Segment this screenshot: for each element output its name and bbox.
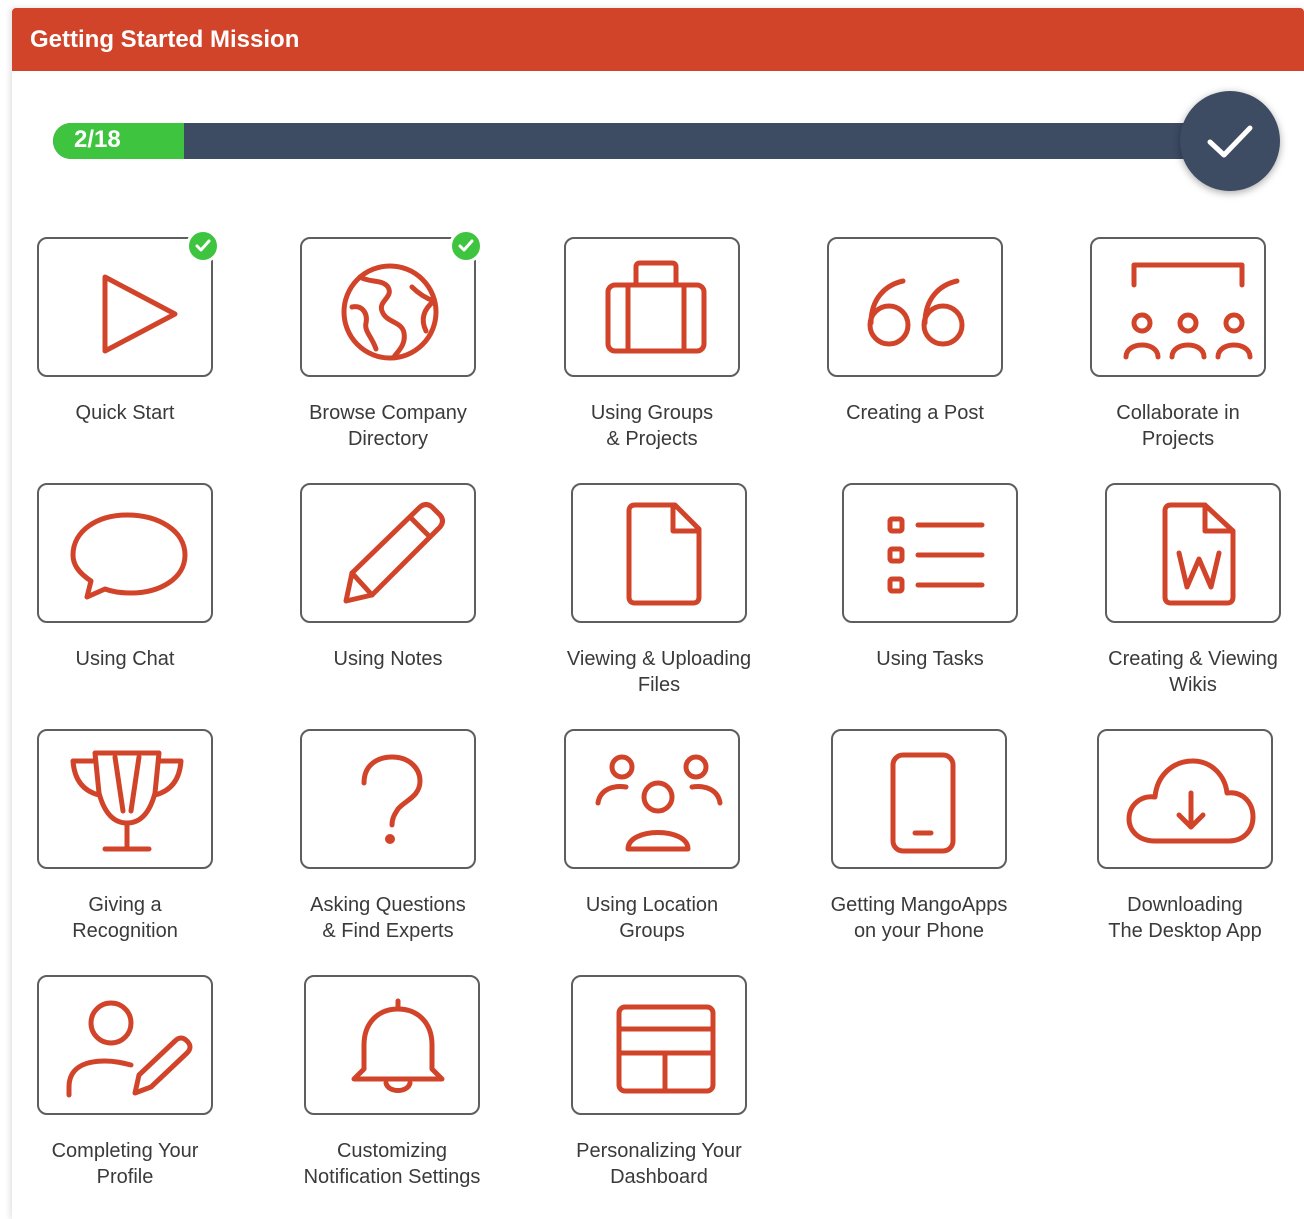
- word-document-icon: [1162, 502, 1236, 606]
- check-icon: [458, 239, 474, 252]
- mission-tile-label-line: Collaborate in: [1116, 402, 1240, 424]
- mission-tile-label: Downloading The Desktop App: [1070, 892, 1300, 944]
- mission-tile[interactable]: [571, 975, 747, 1115]
- phone-icon: [890, 752, 956, 854]
- mission-tile-label-line: on your Phone: [853, 920, 985, 942]
- mission-tile[interactable]: [37, 483, 213, 623]
- quote-icon: [867, 278, 965, 347]
- mission-tile-label: Completing Your Profile: [10, 1138, 240, 1190]
- mission-tile-label: Collaborate in Projects: [1063, 400, 1293, 452]
- mission-tile-label: Creating a Post: [800, 400, 1030, 426]
- mission-tile-label-line: Files: [637, 674, 681, 696]
- mission-tile-label-line: Giving a: [88, 894, 162, 916]
- mission-tile[interactable]: [831, 729, 1007, 869]
- mission-tile-label-line: Asking Questions: [310, 894, 466, 916]
- trophy-icon: [70, 750, 184, 852]
- mission-title: Getting Started Mission: [30, 26, 300, 53]
- mission-tile-label-line: & Find Experts: [322, 920, 454, 942]
- mission-tile-label-line: Using Notes: [333, 648, 443, 670]
- mission-tile[interactable]: [37, 237, 213, 377]
- mission-tile-label: Customizing Notification Settings: [277, 1138, 507, 1190]
- mission-tile[interactable]: [564, 237, 740, 377]
- cloud-download-icon: [1126, 758, 1256, 844]
- mission-tile-label-line: Using Chat: [75, 648, 175, 670]
- mission-tile-label-line: Getting MangoApps: [830, 894, 1008, 916]
- briefcase-icon: [605, 260, 707, 354]
- mission-tile-label: Getting MangoApps on your Phone: [804, 892, 1034, 944]
- completed-check-badge: [186, 229, 220, 263]
- completed-check-badge: [449, 229, 483, 263]
- mission-tile-label-line: Profile: [96, 1166, 154, 1188]
- bell-icon: [351, 998, 445, 1093]
- mission-tile[interactable]: [1097, 729, 1273, 869]
- mission-tile-label-line: Projects: [1141, 428, 1215, 450]
- mission-tile-label: Using Groups & Projects: [537, 400, 767, 452]
- mission-tile[interactable]: [1105, 483, 1281, 623]
- mission-tile[interactable]: [1090, 237, 1266, 377]
- globe-icon: [341, 263, 439, 361]
- progress-bar: 2/18: [53, 123, 1233, 159]
- mission-tile[interactable]: [842, 483, 1018, 623]
- mission-tile-label: Personalizing Your Dashboard: [544, 1138, 774, 1190]
- progress-label: 2/18: [74, 126, 121, 153]
- mission-tile[interactable]: [827, 237, 1003, 377]
- progress-bar-fill: 2/18: [53, 123, 184, 159]
- mission-tile-label-line: Groups: [619, 920, 685, 942]
- mission-tile[interactable]: [37, 729, 213, 869]
- mission-tile[interactable]: [37, 975, 213, 1115]
- mission-tile-label: Using Tasks: [815, 646, 1045, 672]
- mission-tile-label-line: Viewing & Uploading: [566, 648, 752, 670]
- user-edit-icon: [66, 1000, 193, 1098]
- mission-tile[interactable]: [300, 237, 476, 377]
- mission-tile-label-line: Using Tasks: [876, 648, 984, 670]
- question-mark-icon: [361, 754, 423, 844]
- mission-tile-label-line: Using Groups: [590, 402, 714, 424]
- mission-tile[interactable]: [300, 729, 476, 869]
- mission-tile-label: Giving a Recognition: [10, 892, 240, 944]
- mission-tile-label: Using Location Groups: [537, 892, 767, 944]
- mission-tile-label-line: Recognition: [72, 920, 178, 942]
- mission-tile-label: Browse Company Directory: [273, 400, 503, 452]
- mission-tile-label: Using Chat: [10, 646, 240, 672]
- check-icon: [1207, 125, 1253, 158]
- mission-tile-label: Asking Questions & Find Experts: [273, 892, 503, 944]
- mission-tile-label-line: Directory: [347, 428, 428, 450]
- presentation-people-icon: [1123, 262, 1253, 360]
- task-list-icon: [887, 516, 985, 594]
- pencil-icon: [343, 502, 445, 604]
- mission-tile-label-line: Creating & Viewing: [1108, 648, 1278, 670]
- mission-tile-label: Using Notes: [273, 646, 503, 672]
- mission-tile-label-line: Using Location: [585, 894, 719, 916]
- mission-tile[interactable]: [304, 975, 480, 1115]
- play-icon: [102, 274, 178, 354]
- mission-tile-label-line: & Projects: [606, 428, 698, 450]
- group-people-icon: [595, 754, 723, 852]
- mission-tile-label-line: Quick Start: [75, 402, 175, 424]
- mission-tile-label-line: Notification Settings: [303, 1166, 481, 1188]
- mission-tile[interactable]: [300, 483, 476, 623]
- mission-tile-label-line: Browse Company: [309, 402, 467, 424]
- mission-tile-label-line: Dashboard: [610, 1166, 708, 1188]
- dashboard-grid-icon: [616, 1004, 716, 1094]
- file-icon: [626, 502, 702, 606]
- mission-tile-label-line: Wikis: [1169, 674, 1217, 696]
- mission-tile[interactable]: [564, 729, 740, 869]
- mission-tile-label: Viewing & Uploading Files: [544, 646, 774, 698]
- mission-tile-label-line: The Desktop App: [1108, 920, 1262, 942]
- mission-tile-label-line: Completing Your: [51, 1140, 199, 1162]
- mission-header: Getting Started Mission: [12, 8, 1304, 71]
- mission-tile-label: Creating & Viewing Wikis: [1078, 646, 1304, 698]
- mission-tile-label-line: Personalizing Your: [576, 1140, 742, 1162]
- check-icon: [195, 239, 211, 252]
- mission-tile[interactable]: [571, 483, 747, 623]
- mission-tile-label: Quick Start: [10, 400, 240, 426]
- chat-bubble-icon: [70, 512, 188, 600]
- mission-tile-label-line: Downloading: [1127, 894, 1243, 916]
- mission-complete-badge: [1180, 91, 1280, 191]
- mission-tile-label-line: Customizing: [336, 1140, 448, 1162]
- mission-tile-label-line: Creating a Post: [846, 402, 984, 424]
